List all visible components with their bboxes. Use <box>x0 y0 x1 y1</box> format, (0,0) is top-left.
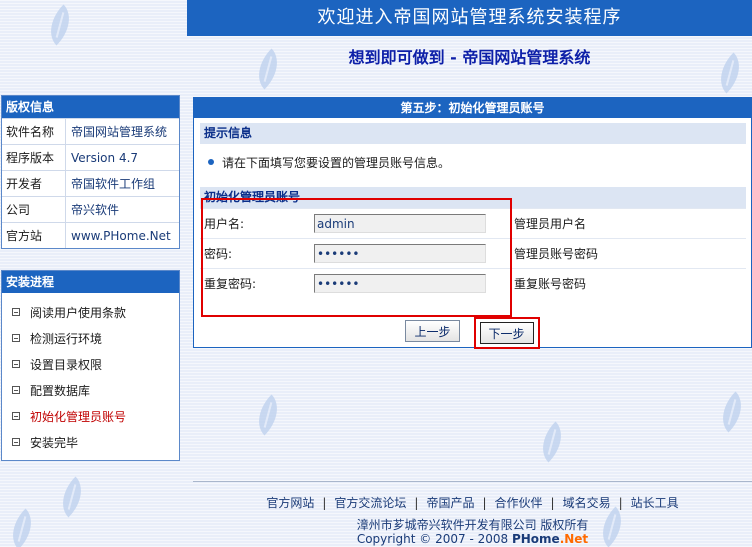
footer-link-partners[interactable]: 合作伙伴 <box>495 496 543 510</box>
leaf-decoration <box>51 476 93 518</box>
leaf-decoration <box>1 508 43 547</box>
next-button-highlight: 下一步 <box>473 317 540 349</box>
step-minus-icon <box>12 308 20 316</box>
progress-step-active: 初始化管理员账号 <box>2 403 179 429</box>
official-site-link[interactable]: www.PHome.Net <box>66 229 171 243</box>
footer-link-forum[interactable]: 官方交流论坛 <box>334 496 406 510</box>
tip-title: 提示信息 <box>200 123 746 144</box>
company-copyright: 漳州市芗城帝兴软件开发有限公司 版权所有 <box>356 518 589 532</box>
footer-link-domains[interactable]: 域名交易 <box>563 496 611 510</box>
step-minus-icon <box>12 334 20 342</box>
username-description: 管理员用户名 <box>514 217 587 231</box>
copyright-line: Copyright © 2007 - 2008 PHome.Net <box>356 532 589 546</box>
tip-message: 请在下面填写您要设置的管理员账号信息。 <box>200 144 746 180</box>
leaf-decoration <box>247 394 289 436</box>
step-minus-icon <box>12 360 20 368</box>
copyright-info-title: 版权信息 <box>2 96 179 118</box>
progress-step: 安装完毕 <box>2 429 179 455</box>
step-panel: 第五步：初始化管理员账号 提示信息 请在下面填写您要设置的管理员账号信息。 初始… <box>193 97 752 349</box>
highlight-frame <box>201 198 512 317</box>
footer-link-webmaster-tools[interactable]: 站长工具 <box>631 496 679 510</box>
copyright-info-panel: 版权信息 软件名称 帝国网站管理系统 程序版本 Version 4.7 开发者 帝国软… <box>1 95 180 249</box>
page-subtitle: 想到即可做到 - 帝国网站管理系统 <box>348 48 591 67</box>
bullet-icon <box>208 159 214 165</box>
progress-step: 阅读用户使用条款 <box>2 299 179 325</box>
step-title: 第五步：初始化管理员账号 <box>194 98 751 118</box>
tip-section: 提示信息 请在下面填写您要设置的管理员账号信息。 <box>200 123 746 180</box>
leaf-decoration <box>711 391 752 433</box>
progress-step: 配置数据库 <box>2 377 179 403</box>
progress-step: 检测运行环境 <box>2 325 179 351</box>
info-row: 开发者 帝国软件工作组 <box>2 170 179 196</box>
brand-suffix: .Net <box>559 532 589 546</box>
repeat-password-description: 重复账号密码 <box>514 277 587 291</box>
footer-link-official-site[interactable]: 官方网站 <box>266 496 314 510</box>
step-minus-icon <box>12 438 20 446</box>
info-row: 官方站 www.PHome.Net <box>2 222 179 248</box>
next-step-button[interactable]: 下一步 <box>479 322 534 344</box>
brand-text: PHome <box>511 532 560 546</box>
info-row: 程序版本 Version 4.7 <box>2 144 179 170</box>
install-progress-title: 安装进程 <box>2 271 179 293</box>
page-title: 欢迎进入帝国网站管理系统安装程序 <box>187 0 752 36</box>
leaf-decoration <box>531 421 573 463</box>
step-minus-icon <box>12 412 20 420</box>
footer-links: 官方网站 | 官方交流论坛 | 帝国产品 | 合作伙伴 | 域名交易 | 站长工具 <box>266 496 679 510</box>
info-row: 软件名称 帝国网站管理系统 <box>2 118 179 144</box>
password-description: 管理员账号密码 <box>514 247 599 261</box>
footer-link-products[interactable]: 帝国产品 <box>426 496 474 510</box>
leaf-decoration <box>39 4 81 46</box>
step-minus-icon <box>12 386 20 394</box>
install-progress-panel: 安装进程 阅读用户使用条款 检测运行环境 设置目录权限 配置数据库 初始化管理员… <box>1 270 180 461</box>
button-bar: 上一步 下一步 <box>194 317 751 349</box>
progress-step: 设置目录权限 <box>2 351 179 377</box>
previous-step-button[interactable]: 上一步 <box>405 320 460 342</box>
info-row: 公司 帝兴软件 <box>2 196 179 222</box>
footer-divider <box>193 481 752 482</box>
